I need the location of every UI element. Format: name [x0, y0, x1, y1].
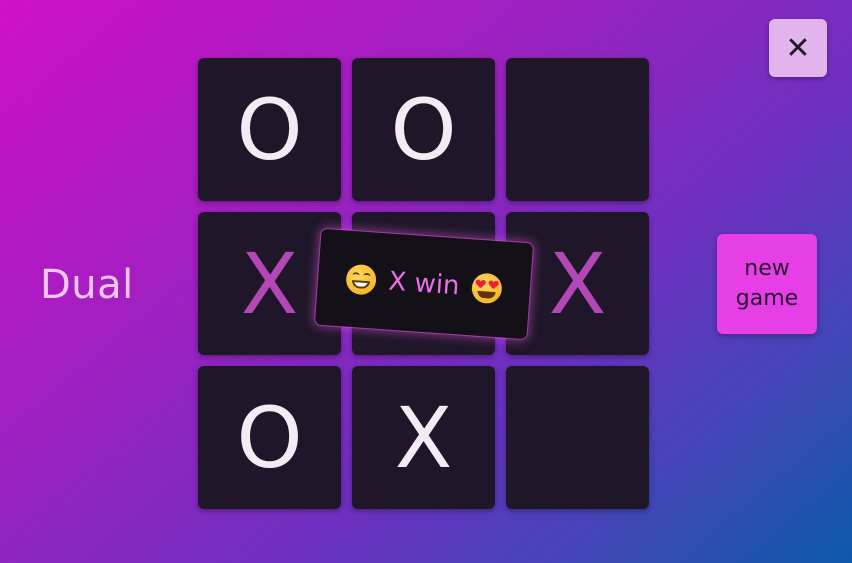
board-cell-3[interactable]	[506, 58, 649, 201]
win-message-card: X win	[314, 228, 534, 340]
board-cell-1[interactable]: O	[198, 58, 341, 201]
win-message-text: X win	[387, 266, 461, 302]
heart-eyes-face-icon	[470, 272, 503, 305]
board-cell-7[interactable]: O	[198, 366, 341, 509]
board-cell-8[interactable]: X	[352, 366, 495, 509]
new-game-button[interactable]: new game	[717, 234, 817, 334]
close-button[interactable]: ✕	[769, 19, 827, 77]
mode-label: Dual	[40, 262, 134, 308]
board-cell-9[interactable]	[506, 366, 649, 509]
close-icon: ✕	[785, 30, 811, 66]
grinning-face-icon	[345, 263, 378, 296]
board-cell-2[interactable]: O	[352, 58, 495, 201]
